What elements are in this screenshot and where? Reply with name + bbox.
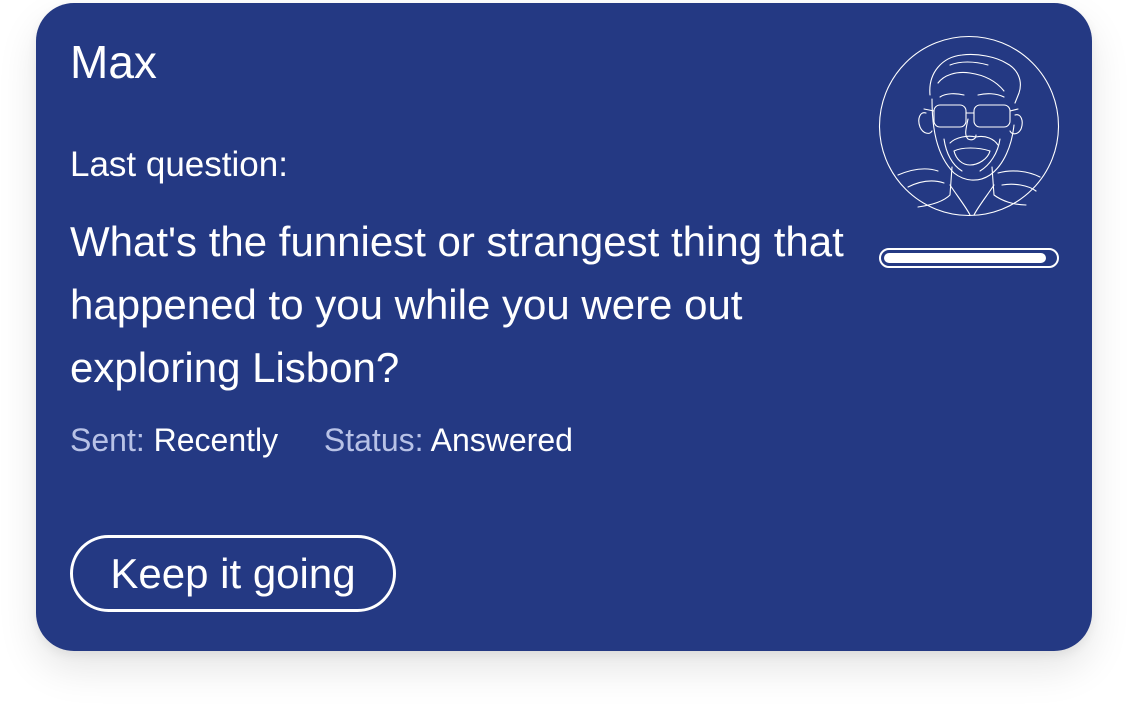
- keep-it-going-button[interactable]: Keep it going: [70, 535, 396, 612]
- question-text: What's the funniest or strangest thing t…: [70, 218, 844, 391]
- contact-name: Max: [70, 36, 157, 88]
- progress-fill: [884, 253, 1046, 263]
- progress-bar: [879, 248, 1059, 268]
- question-card: Max Last question: What's the funniest o…: [36, 3, 1092, 651]
- question-meta: Sent: Recently Status: Answered: [70, 424, 573, 456]
- last-question-label: Last question:: [70, 145, 288, 184]
- sent-label: Sent:: [70, 422, 145, 458]
- status-label: Status:: [323, 422, 424, 458]
- status-value: Answered: [430, 422, 573, 458]
- keep-it-going-label: Keep it going: [110, 549, 356, 597]
- sent-value: Recently: [153, 422, 279, 458]
- avatar: [878, 35, 1060, 217]
- avatar-portrait-icon: [878, 35, 1060, 217]
